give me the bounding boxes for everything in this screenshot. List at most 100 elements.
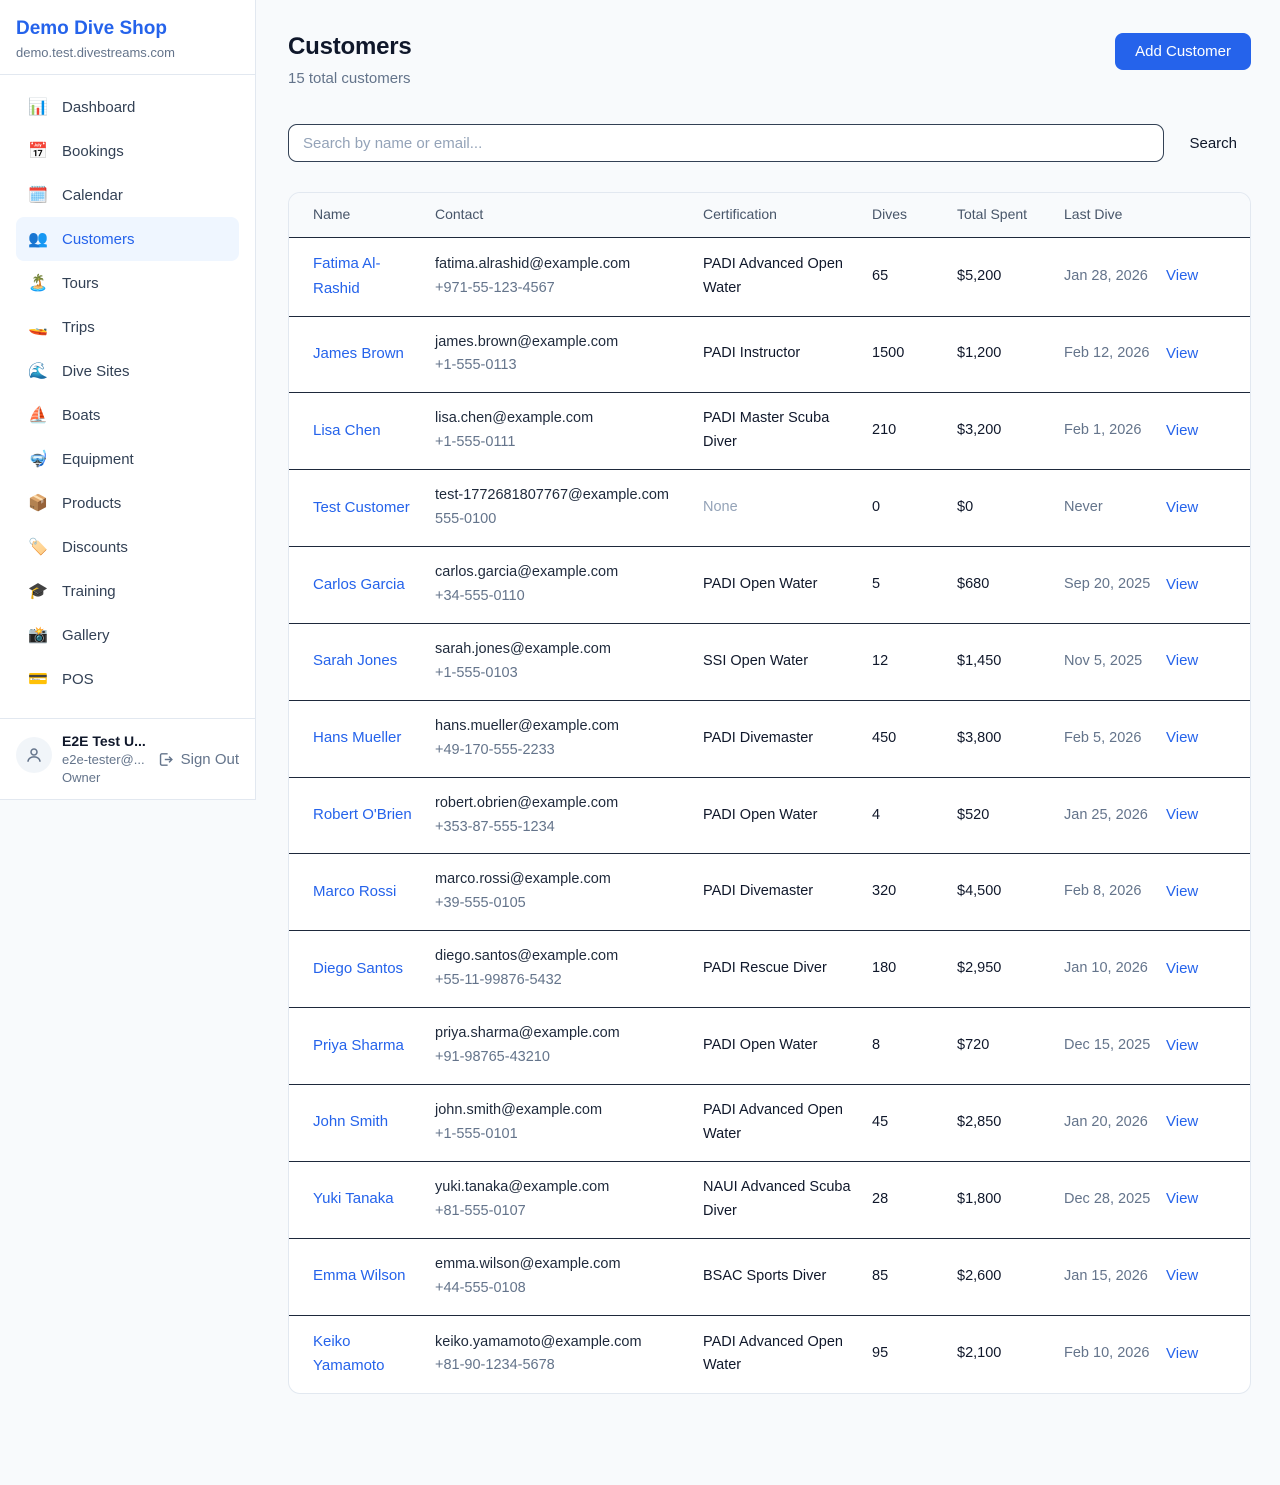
customer-phone: +39-555-0105 [435, 892, 689, 916]
customers-icon: 👥 [28, 229, 48, 249]
customer-total-spent: $2,850 [957, 1084, 1064, 1161]
sidebar-item-pos[interactable]: 💳 POS [16, 657, 239, 701]
user-role: Owner [62, 770, 146, 785]
customer-name-link[interactable]: Test Customer [313, 499, 410, 516]
view-link[interactable]: View [1166, 960, 1198, 977]
customer-phone: +1-555-0101 [435, 1123, 689, 1147]
sidebar-item-equipment[interactable]: 🤿 Equipment [16, 437, 239, 481]
col-header-total-spent: Total Spent [957, 193, 1064, 237]
sidebar-item-boats[interactable]: ⛵ Boats [16, 393, 239, 437]
customer-certification: SSI Open Water [703, 623, 872, 700]
sign-out-button[interactable]: Sign Out [157, 751, 239, 768]
view-link[interactable]: View [1166, 576, 1198, 593]
table-row: Lisa Chen lisa.chen@example.com +1-555-0… [289, 393, 1250, 470]
sidebar-item-bookings[interactable]: 📅 Bookings [16, 129, 239, 173]
view-link[interactable]: View [1166, 499, 1198, 516]
view-link[interactable]: View [1166, 1113, 1198, 1130]
bookings-icon: 📅 [28, 141, 48, 161]
sidebar-item-dashboard[interactable]: 📊 Dashboard [16, 85, 239, 129]
sidebar-item-tours[interactable]: 🏝️ Tours [16, 261, 239, 305]
view-link[interactable]: View [1166, 652, 1198, 669]
equipment-icon: 🤿 [28, 449, 48, 469]
search-input[interactable] [288, 124, 1164, 162]
sidebar-item-discounts[interactable]: 🏷️ Discounts [16, 525, 239, 569]
view-link[interactable]: View [1166, 729, 1198, 746]
customer-last-dive: Nov 5, 2025 [1064, 623, 1166, 700]
sidebar-item-dive-sites[interactable]: 🌊 Dive Sites [16, 349, 239, 393]
sidebar-item-products[interactable]: 📦 Products [16, 481, 239, 525]
customer-dives: 8 [872, 1008, 957, 1085]
sidebar-item-trips[interactable]: 🚤 Trips [16, 305, 239, 349]
customer-email: james.brown@example.com [435, 331, 689, 355]
customer-phone: +971-55-123-4567 [435, 277, 689, 301]
view-link[interactable]: View [1166, 806, 1198, 823]
view-link[interactable]: View [1166, 1037, 1198, 1054]
customer-last-dive: Sep 20, 2025 [1064, 547, 1166, 624]
customer-name-link[interactable]: Diego Santos [313, 960, 403, 977]
customer-phone: +1-555-0111 [435, 431, 689, 455]
table-row: Priya Sharma priya.sharma@example.com +9… [289, 1008, 1250, 1085]
customer-last-dive: Jan 28, 2026 [1064, 237, 1166, 316]
customer-total-spent: $3,800 [957, 700, 1064, 777]
customer-dives: 320 [872, 854, 957, 931]
customer-name-link[interactable]: Marco Rossi [313, 883, 396, 900]
customer-email: priya.sharma@example.com [435, 1022, 689, 1046]
add-customer-button[interactable]: Add Customer [1115, 33, 1251, 70]
view-link[interactable]: View [1166, 1345, 1198, 1362]
view-link[interactable]: View [1166, 1190, 1198, 1207]
boats-icon: ⛵ [28, 405, 48, 425]
customer-certification: PADI Divemaster [703, 854, 872, 931]
customer-name-link[interactable]: Emma Wilson [313, 1267, 406, 1284]
customer-total-spent: $5,200 [957, 237, 1064, 316]
customer-name-link[interactable]: Yuki Tanaka [313, 1190, 394, 1207]
customer-name-link[interactable]: James Brown [313, 345, 404, 362]
customer-email: sarah.jones@example.com [435, 638, 689, 662]
customer-phone: +91-98765-43210 [435, 1046, 689, 1070]
view-link[interactable]: View [1166, 883, 1198, 900]
sidebar-item-gallery[interactable]: 📸 Gallery [16, 613, 239, 657]
customer-last-dive: Jan 15, 2026 [1064, 1238, 1166, 1315]
customer-dives: 85 [872, 1238, 957, 1315]
customer-name-link[interactable]: Robert O'Brien [313, 806, 412, 823]
sidebar-item-customers[interactable]: 👥 Customers [16, 217, 239, 261]
customer-phone: +81-90-1234-5678 [435, 1354, 689, 1378]
customer-total-spent: $3,200 [957, 393, 1064, 470]
customer-dives: 28 [872, 1161, 957, 1238]
view-link[interactable]: View [1166, 422, 1198, 439]
view-link[interactable]: View [1166, 267, 1198, 284]
customer-name-link[interactable]: Priya Sharma [313, 1037, 404, 1054]
customer-phone: +353-87-555-1234 [435, 816, 689, 840]
col-header-name: Name [289, 193, 435, 237]
customer-dives: 12 [872, 623, 957, 700]
customer-name-link[interactable]: Hans Mueller [313, 729, 401, 746]
customer-name-link[interactable]: Carlos Garcia [313, 576, 405, 593]
view-link[interactable]: View [1166, 1267, 1198, 1284]
sidebar-item-calendar[interactable]: 🗓️ Calendar [16, 173, 239, 217]
customer-name-link[interactable]: Fatima Al-Rashid [313, 255, 381, 297]
customer-name-link[interactable]: Lisa Chen [313, 422, 381, 439]
table-row: Carlos Garcia carlos.garcia@example.com … [289, 547, 1250, 624]
customer-name-link[interactable]: Keiko Yamamoto [313, 1333, 384, 1375]
table-row: Marco Rossi marco.rossi@example.com +39-… [289, 854, 1250, 931]
customer-total-spent: $720 [957, 1008, 1064, 1085]
customer-name-link[interactable]: Sarah Jones [313, 652, 397, 669]
table-row: Sarah Jones sarah.jones@example.com +1-5… [289, 623, 1250, 700]
customer-certification: PADI Divemaster [703, 700, 872, 777]
customer-name-link[interactable]: John Smith [313, 1113, 388, 1130]
customer-phone: +1-555-0113 [435, 354, 689, 378]
col-header-certification: Certification [703, 193, 872, 237]
search-button[interactable]: Search [1189, 135, 1237, 152]
sidebar-item-training[interactable]: 🎓 Training [16, 569, 239, 613]
customer-dives: 5 [872, 547, 957, 624]
view-link[interactable]: View [1166, 345, 1198, 362]
customer-email: diego.santos@example.com [435, 945, 689, 969]
customer-last-dive: Jan 10, 2026 [1064, 931, 1166, 1008]
page-title: Customers [288, 33, 412, 61]
page-header-text: Customers 15 total customers [288, 33, 412, 87]
customer-email: john.smith@example.com [435, 1099, 689, 1123]
main-content: Customers 15 total customers Add Custome… [256, 0, 1280, 1428]
table-row: Robert O'Brien robert.obrien@example.com… [289, 777, 1250, 854]
table-row: Fatima Al-Rashid fatima.alrashid@example… [289, 237, 1250, 316]
customer-total-spent: $4,500 [957, 854, 1064, 931]
customer-last-dive: Jan 25, 2026 [1064, 777, 1166, 854]
